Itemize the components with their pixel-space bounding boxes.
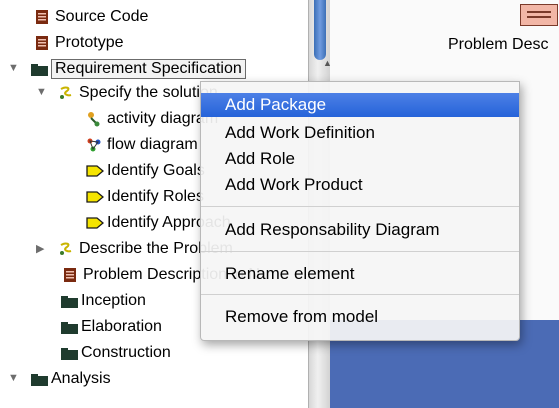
- tree-item-label: Specify the solution: [79, 84, 218, 101]
- task-arrow-icon: [86, 163, 104, 179]
- menu-item-remove-from-model[interactable]: Remove from model: [201, 305, 519, 329]
- tree-item-label: flow diagram: [107, 136, 198, 153]
- tree-item-label: Prototype: [55, 34, 124, 51]
- tree-item-label: Source Code: [55, 8, 149, 25]
- tree-item-label: Identify Goals: [107, 162, 205, 179]
- expand-toggle-icon[interactable]: [36, 242, 44, 255]
- menu-separator: [201, 294, 519, 295]
- tree-item-specify-solution[interactable]: Specify the solution: [58, 81, 218, 105]
- tree-item-label: Identify Roles: [107, 188, 204, 205]
- use-case-icon: [58, 241, 74, 257]
- tree-item-label: Inception: [81, 292, 146, 309]
- menu-item-add-work-definition[interactable]: Add Work Definition: [201, 121, 519, 145]
- tree-item-requirement-specification[interactable]: Requirement Specification: [30, 57, 246, 81]
- scrollbar-thumb[interactable]: [314, 0, 326, 60]
- tree-item-flow-diagram[interactable]: flow diagram: [86, 133, 198, 157]
- menu-separator: [201, 251, 519, 252]
- document-icon: [34, 9, 50, 25]
- tree-item-label: Analysis: [51, 370, 111, 387]
- menu-separator: [201, 206, 519, 207]
- activity-diagram-icon: [86, 111, 102, 127]
- tree-item-activity-diagram[interactable]: activity diagram: [86, 107, 218, 131]
- menu-item-add-package[interactable]: Add Package: [201, 93, 519, 117]
- tree-item-label: Construction: [81, 344, 171, 361]
- problem-document-icon[interactable]: [520, 4, 558, 26]
- tree-item-inception[interactable]: Inception: [60, 289, 146, 313]
- menu-item-rename-element[interactable]: Rename element: [201, 262, 519, 286]
- folder-icon: [30, 371, 48, 387]
- tree-item-prototype[interactable]: Prototype: [34, 31, 123, 55]
- document-icon: [34, 35, 50, 51]
- tree-item-label: Requirement Specification: [51, 59, 246, 79]
- folder-icon: [60, 319, 78, 335]
- folder-icon: [60, 293, 78, 309]
- expand-toggle-icon[interactable]: [36, 86, 47, 98]
- tree-item-identify-roles[interactable]: Identify Roles: [86, 185, 204, 209]
- flow-diagram-icon: [86, 137, 102, 153]
- task-arrow-icon: [86, 189, 104, 205]
- menu-item-add-responsability-diagram[interactable]: Add Responsability Diagram: [201, 218, 519, 242]
- use-case-icon: [58, 85, 74, 101]
- tree-item-identify-goals[interactable]: Identify Goals: [86, 159, 205, 183]
- folder-icon: [60, 345, 78, 361]
- tree-item-analysis[interactable]: Analysis: [30, 367, 111, 391]
- menu-item-add-work-product[interactable]: Add Work Product: [201, 173, 519, 197]
- expand-toggle-icon[interactable]: [8, 372, 19, 384]
- folder-icon: [30, 61, 48, 77]
- diagram-node-label: Problem Desc: [448, 36, 549, 53]
- tree-item-label: Elaboration: [81, 318, 162, 335]
- task-arrow-icon: [86, 215, 104, 231]
- tree-item-construction[interactable]: Construction: [60, 341, 171, 365]
- menu-item-add-role[interactable]: Add Role: [201, 147, 519, 171]
- tree-item-elaboration[interactable]: Elaboration: [60, 315, 162, 339]
- context-menu: Add Package Add Work Definition Add Role…: [200, 81, 520, 341]
- tree-item-source-code[interactable]: Source Code: [34, 5, 148, 29]
- document-icon: [62, 267, 78, 283]
- expand-toggle-icon[interactable]: [8, 62, 19, 74]
